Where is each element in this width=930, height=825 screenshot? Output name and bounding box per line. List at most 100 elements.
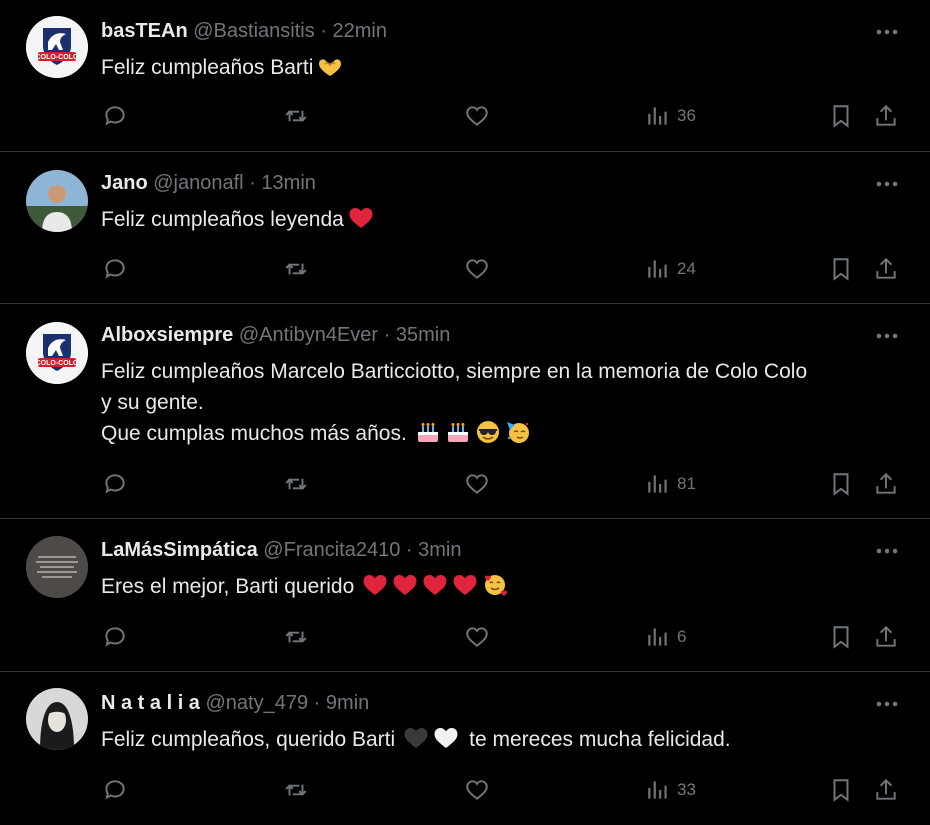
more-options-icon[interactable] bbox=[874, 326, 900, 346]
share-button[interactable] bbox=[873, 773, 899, 807]
user-handle[interactable]: @Francita2410 bbox=[263, 539, 400, 561]
more-options-icon[interactable] bbox=[874, 174, 900, 194]
views-icon bbox=[648, 781, 667, 799]
user-handle[interactable]: @Antibyn4Ever bbox=[239, 324, 378, 346]
more-options-icon[interactable] bbox=[874, 694, 900, 714]
display-name[interactable]: basTEAn bbox=[101, 20, 188, 42]
heart-outline-icon bbox=[466, 474, 488, 494]
tweet-text-line: Feliz cumpleaños Marcelo Barticciotto, s… bbox=[101, 360, 808, 383]
tweet-header: Alboxsiempre @Antibyn4Ever · 35min bbox=[101, 322, 450, 348]
avatar[interactable] bbox=[26, 170, 88, 232]
reply-icon bbox=[105, 627, 125, 647]
tweet-text: Eres el mejor, Barti querido bbox=[101, 571, 911, 602]
views-button[interactable]: 6 bbox=[645, 620, 686, 654]
retweet-button[interactable] bbox=[283, 620, 309, 654]
profile-photo-icon bbox=[26, 170, 88, 232]
timestamp[interactable]: 35min bbox=[396, 324, 450, 346]
reply-button[interactable] bbox=[102, 467, 128, 501]
timestamp[interactable]: 13min bbox=[261, 172, 315, 194]
tweet-text-line: Feliz cumpleaños leyenda bbox=[101, 208, 344, 231]
bookmark-icon bbox=[833, 105, 849, 128]
tweet-text: Feliz cumpleaños, querido Barti te merece… bbox=[101, 724, 911, 755]
timestamp[interactable]: 22min bbox=[333, 20, 387, 42]
bookmark-button[interactable] bbox=[828, 252, 854, 286]
share-icon bbox=[876, 472, 896, 494]
like-button[interactable] bbox=[464, 467, 490, 501]
avatar[interactable]: COLO-COLO bbox=[26, 322, 88, 384]
share-icon bbox=[876, 257, 896, 279]
tweet-text: Feliz cumpleaños leyenda bbox=[101, 204, 911, 235]
views-button[interactable]: 36 bbox=[645, 99, 696, 133]
birthday-cake-icon bbox=[447, 423, 468, 442]
text-image-avatar-icon bbox=[26, 536, 88, 598]
reply-button[interactable] bbox=[102, 620, 128, 654]
heart-outline-icon bbox=[466, 780, 488, 800]
reply-icon bbox=[105, 780, 125, 800]
views-count: 33 bbox=[677, 780, 696, 799]
tweet-text-line: y su gente. bbox=[101, 391, 204, 414]
bookmark-icon bbox=[833, 258, 849, 281]
tweet-actions: 6 bbox=[0, 620, 930, 654]
sunglasses-face-icon bbox=[476, 421, 499, 443]
tweet[interactable]: LaMásSimpática @Francita2410 · 3min Eres… bbox=[0, 519, 930, 672]
tweet[interactable]: Jano @janonafl · 13min Feliz cumpleaños … bbox=[0, 152, 930, 304]
more-options-icon[interactable] bbox=[874, 541, 900, 561]
user-handle[interactable]: @naty_479 bbox=[206, 692, 309, 714]
share-button[interactable] bbox=[873, 620, 899, 654]
tweet-text-line: Eres el mejor, Barti querido bbox=[101, 575, 355, 598]
views-count: 24 bbox=[677, 259, 696, 278]
retweet-button[interactable] bbox=[283, 773, 309, 807]
like-button[interactable] bbox=[464, 773, 490, 807]
heart-outline-icon bbox=[466, 627, 488, 647]
views-button[interactable]: 81 bbox=[645, 467, 696, 501]
bookmark-button[interactable] bbox=[828, 99, 854, 133]
like-button[interactable] bbox=[464, 99, 490, 133]
reply-button[interactable] bbox=[102, 252, 128, 286]
tweet-text-line: Feliz cumpleaños Barti bbox=[101, 56, 314, 79]
views-button[interactable]: 24 bbox=[645, 252, 696, 286]
tweet[interactable]: N a t a l i a @naty_479 · 9min Feliz cum… bbox=[0, 672, 930, 825]
user-handle[interactable]: @janonafl bbox=[153, 172, 243, 194]
svg-text:COLO-COLO: COLO-COLO bbox=[36, 54, 79, 61]
tweet-text: Feliz cumpleaños Marcelo Barticciotto, s… bbox=[101, 356, 911, 449]
views-icon bbox=[648, 260, 667, 278]
reply-icon bbox=[105, 106, 125, 126]
reply-button[interactable] bbox=[102, 773, 128, 807]
views-count: 6 bbox=[677, 627, 687, 646]
timestamp[interactable]: 3min bbox=[418, 539, 461, 561]
avatar[interactable] bbox=[26, 688, 88, 750]
reply-icon bbox=[105, 474, 125, 494]
like-button[interactable] bbox=[464, 620, 490, 654]
avatar[interactable]: COLO-COLO bbox=[26, 16, 88, 78]
bookmark-button[interactable] bbox=[828, 620, 854, 654]
display-name[interactable]: LaMásSimpática bbox=[101, 539, 258, 561]
tweet[interactable]: COLO-COLO Alboxsiempre @Antibyn4Ever · 3… bbox=[0, 304, 930, 519]
share-button[interactable] bbox=[873, 252, 899, 286]
share-button[interactable] bbox=[873, 99, 899, 133]
red-heart-icon bbox=[423, 575, 447, 595]
tweet-header: LaMásSimpática @Francita2410 · 3min bbox=[101, 537, 462, 563]
tweet[interactable]: COLO-COLO basTEAn @Bastiansitis · 22min … bbox=[0, 0, 930, 152]
timestamp[interactable]: 9min bbox=[326, 692, 369, 714]
bookmark-button[interactable] bbox=[828, 467, 854, 501]
display-name[interactable]: Alboxsiempre bbox=[101, 324, 233, 346]
views-icon bbox=[648, 107, 667, 125]
bookmark-button[interactable] bbox=[828, 773, 854, 807]
bookmark-icon bbox=[833, 473, 849, 496]
heart-outline-icon bbox=[466, 259, 488, 279]
tweet-header: Jano @janonafl · 13min bbox=[101, 170, 316, 196]
views-button[interactable]: 33 bbox=[645, 773, 696, 807]
retweet-button[interactable] bbox=[283, 252, 309, 286]
more-options-icon[interactable] bbox=[874, 22, 900, 42]
reply-button[interactable] bbox=[102, 99, 128, 133]
share-button[interactable] bbox=[873, 467, 899, 501]
retweet-button[interactable] bbox=[283, 467, 309, 501]
user-handle[interactable]: @Bastiansitis bbox=[193, 20, 314, 42]
avatar[interactable] bbox=[26, 536, 88, 598]
tweet-text: Feliz cumpleaños Barti bbox=[101, 52, 911, 83]
retweet-button[interactable] bbox=[283, 99, 309, 133]
display-name[interactable]: Jano bbox=[101, 172, 148, 194]
display-name[interactable]: N a t a l i a bbox=[101, 692, 200, 714]
separator-dot: · bbox=[405, 539, 413, 561]
like-button[interactable] bbox=[464, 252, 490, 286]
